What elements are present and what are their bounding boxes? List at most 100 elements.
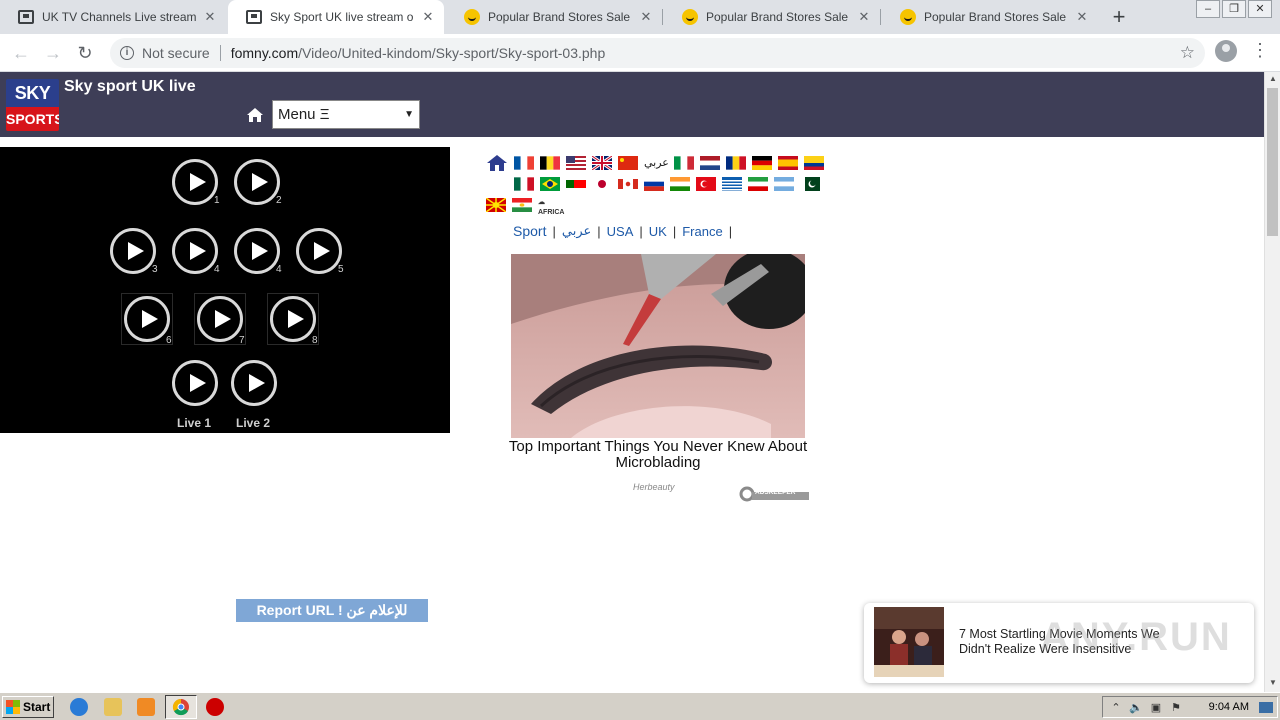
arabic-language-link[interactable]: عربي [644,156,669,169]
canada-flag-icon[interactable] [618,177,638,191]
close-icon[interactable]: ✕ [420,9,436,25]
show-hidden-icons-icon[interactable]: ⌃ [1109,701,1123,714]
germany-flag-icon[interactable] [752,156,772,170]
play-icon [231,360,277,406]
adkeeper-logo[interactable]: ADSKEEPER [739,486,809,502]
uk-flag-icon[interactable] [592,156,612,170]
spain-flag-icon[interactable] [778,156,798,170]
belgium-flag-icon[interactable] [540,156,560,170]
bookmark-star-icon[interactable]: ☆ [1180,43,1195,63]
portugal-flag-icon[interactable] [566,177,586,191]
menu-dropdown[interactable]: Menu Ξ ▼ [272,100,420,129]
internet-explorer-icon[interactable] [70,698,88,716]
sky-sports-logo[interactable]: SKY SPORTS [6,79,59,131]
restore-button[interactable]: ❐ [1222,0,1246,18]
close-icon[interactable]: ✕ [202,9,218,25]
browser-menu-icon[interactable]: ⋮ [1250,40,1270,62]
network-icon[interactable]: ▣ [1149,701,1163,714]
window-controls: – ❐ ✕ [1194,0,1272,18]
italy-flag-icon[interactable] [674,156,694,170]
ad-source: Herbeauty [633,482,675,492]
profile-avatar-icon[interactable] [1215,40,1237,62]
channel-6-button[interactable]: 6 [121,293,173,346]
report-url-button[interactable]: Report URL ! للإعلام عن مشكل [236,599,428,641]
close-icon[interactable]: ✕ [856,9,872,25]
scroll-up-arrow-icon[interactable]: ▲ [1268,74,1278,84]
reload-button[interactable]: ↻ [72,40,98,66]
uk-link[interactable]: UK [649,224,667,239]
live-2-button[interactable] [231,360,277,406]
india-flag-icon[interactable] [670,177,690,191]
usa-link[interactable]: USA [607,224,634,239]
chrome-taskbar-button[interactable] [165,695,197,719]
channel-4a-button[interactable]: 4 [172,228,220,275]
close-icon[interactable]: ✕ [1074,9,1090,25]
ad-image[interactable] [511,254,805,438]
close-icon[interactable]: ✕ [638,9,654,25]
scroll-thumb[interactable] [1267,88,1278,236]
brazil-flag-icon[interactable] [540,177,560,191]
url-input[interactable]: i Not secure fomny.com/Video/United-kind… [110,38,1205,68]
opera-icon[interactable] [206,698,224,716]
show-desktop-icon[interactable] [1259,702,1273,713]
minimize-button[interactable]: – [1196,0,1220,18]
volume-icon[interactable]: 🔈 [1129,701,1143,714]
tab-brand-stores-1[interactable]: Popular Brand Stores Sale Promo ✕ [446,0,662,34]
turkey-flag-icon[interactable] [696,177,716,191]
sport-link[interactable]: Sport [513,223,546,239]
tab-brand-stores-3[interactable]: Popular Brand Stores Sale Promo ✕ [882,0,1098,34]
france-link[interactable]: France [682,224,722,239]
clock[interactable]: 9:04 AM [1209,701,1249,713]
channel-5-button[interactable]: 5 [296,228,344,275]
mexico-flag-icon[interactable] [514,177,534,191]
forward-button[interactable]: → [40,40,66,66]
back-button[interactable]: ← [8,40,34,66]
info-icon[interactable]: i [120,46,134,60]
africa-label: AFRICA [538,209,565,216]
africa-icon[interactable]: ☁ [538,198,545,206]
channel-1-button[interactable]: 1 [172,159,220,206]
promo-thumbnail [874,607,944,677]
colombia-flag-icon[interactable] [804,156,824,170]
ad-title[interactable]: Top Important Things You Never Knew Abou… [505,439,811,471]
channel-8-button[interactable]: 8 [267,293,319,346]
japan-flag-icon[interactable] [592,177,612,191]
home-flag-icon[interactable] [486,154,508,172]
url-path: /Video/United-kindom/Sky-sport/Sky-sport… [298,45,606,61]
netherlands-flag-icon[interactable] [700,156,720,170]
start-button[interactable]: Start [2,696,54,718]
tab-sky-sport[interactable]: Sky Sport UK live stream online free ✕ [228,0,444,34]
close-window-button[interactable]: ✕ [1248,0,1272,18]
new-tab-button[interactable]: + [1108,4,1130,30]
tab-brand-stores-2[interactable]: Popular Brand Stores Sale Promo ✕ [664,0,880,34]
russia-flag-icon[interactable] [644,177,664,191]
live-1-button[interactable] [172,360,218,406]
channel-3-button[interactable]: 3 [110,228,158,275]
france-flag-icon[interactable] [514,156,534,170]
argentina-flag-icon[interactable] [774,177,794,191]
dropdown-caret-icon: ▼ [404,109,414,120]
usa-flag-icon[interactable] [566,156,586,170]
iran-flag-icon[interactable] [748,177,768,191]
kurdistan-flag-icon[interactable] [512,198,532,212]
address-bar: ← → ↻ i Not secure fomny.com/Video/Unite… [0,34,1280,72]
tv-icon [18,10,34,24]
arabic-link[interactable]: عربي [562,223,591,239]
folder-icon[interactable] [104,698,122,716]
tab-uk-tv-channels[interactable]: UK TV Channels Live stream online ✕ [0,0,226,34]
macedonia-flag-icon[interactable] [486,198,506,212]
chrome-icon [172,698,189,716]
tab-title: UK TV Channels Live stream online [42,10,196,24]
pakistan-flag-icon[interactable] [800,177,820,191]
page-scrollbar[interactable]: ▲ ▼ [1264,72,1280,692]
channel-7-button[interactable]: 7 [194,293,246,346]
action-center-flag-icon[interactable]: ⚑ [1169,701,1183,714]
romania-flag-icon[interactable] [726,156,746,170]
channel-4b-button[interactable]: 4 [234,228,282,275]
greece-flag-icon[interactable] [722,177,742,191]
scroll-down-arrow-icon[interactable]: ▼ [1268,678,1278,688]
media-player-icon[interactable] [137,698,155,716]
china-flag-icon[interactable] [618,156,638,170]
channel-2-button[interactable]: 2 [234,159,282,206]
home-icon[interactable] [246,107,264,123]
